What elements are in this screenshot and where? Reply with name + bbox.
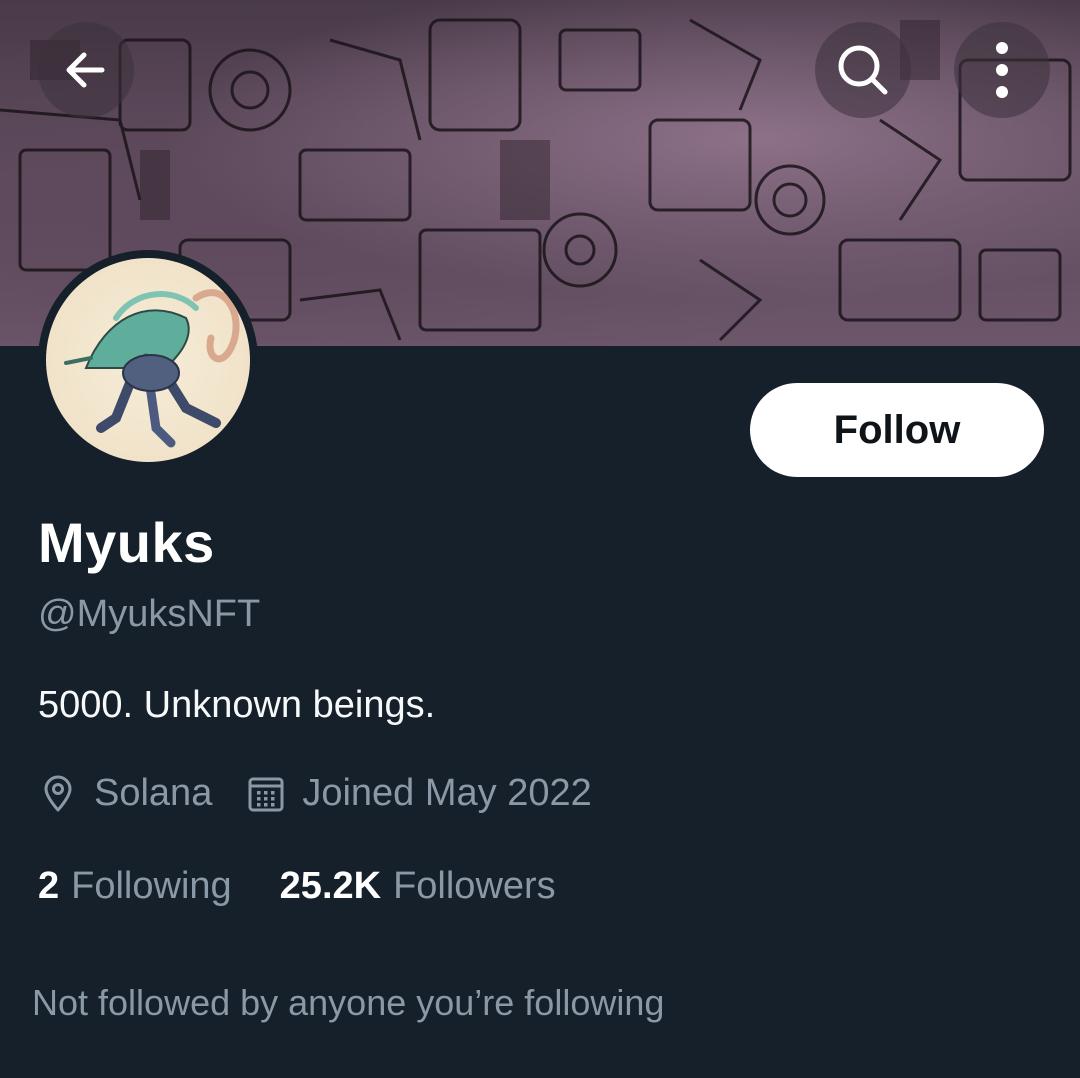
- following-label: Following: [71, 865, 232, 907]
- follow-button[interactable]: Follow: [750, 383, 1044, 477]
- calendar-icon: [248, 777, 284, 811]
- profile-handle: @MyuksNFT: [38, 593, 261, 635]
- profile-stats: 2 Following 25.2K Followers: [38, 865, 556, 908]
- more-options-button[interactable]: [954, 22, 1050, 118]
- search-icon: [838, 45, 888, 95]
- profile-meta: Solana Joined May 2022: [38, 772, 592, 815]
- following-link[interactable]: 2 Following: [38, 865, 232, 908]
- followers-label: Followers: [393, 865, 556, 907]
- more-vertical-icon: [996, 42, 1008, 98]
- followed-by-text: Not followed by anyone you’re following: [32, 982, 665, 1023]
- avatar-image: [46, 258, 250, 462]
- profile-bio: 5000. Unknown beings.: [38, 684, 436, 726]
- avatar[interactable]: [38, 250, 258, 470]
- followers-link[interactable]: 25.2K Followers: [280, 865, 556, 908]
- location-text: Solana: [94, 772, 213, 814]
- creature-illustration: [64, 289, 240, 448]
- back-button[interactable]: [38, 22, 134, 118]
- search-button[interactable]: [815, 22, 911, 118]
- followers-count: 25.2K: [279, 865, 382, 907]
- display-name: Myuks: [38, 511, 215, 574]
- arrow-left-icon: [66, 52, 105, 88]
- location: Solana: [38, 772, 212, 815]
- join-date: Joined May 2022: [246, 772, 592, 815]
- join-date-text: Joined May 2022: [302, 772, 592, 814]
- location-pin-icon: [44, 775, 72, 811]
- following-count: 2: [38, 865, 60, 907]
